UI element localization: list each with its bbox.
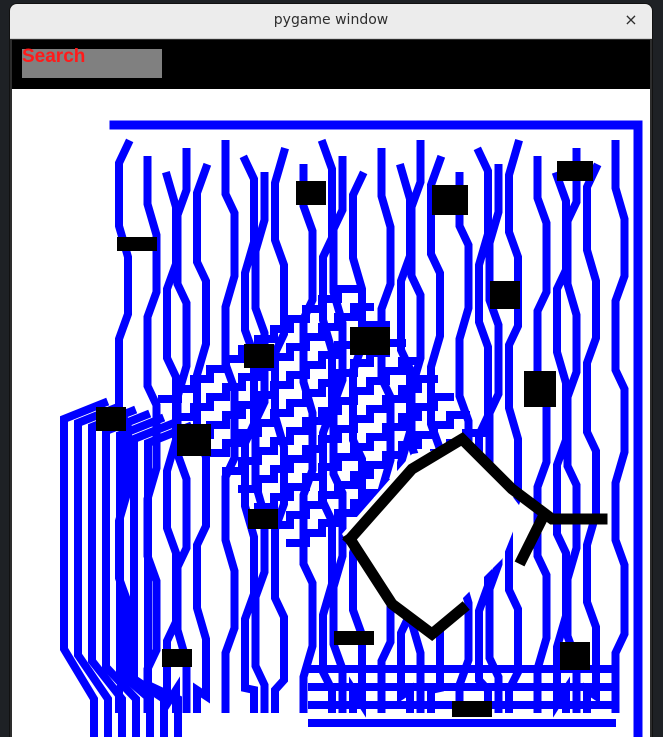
title-bar[interactable]: pygame window × [10,4,652,39]
solution-path-segment [432,185,468,215]
maze-canvas[interactable] [12,89,650,737]
solution-path-segment [334,631,374,645]
maze-wall [533,156,551,713]
maze-wall [505,139,523,713]
solution-path-segment [490,281,520,309]
solution-path-segment [117,237,157,251]
solution-path-segment [296,181,326,205]
window-title: pygame window [273,12,389,28]
maze-wall [271,147,289,713]
solution-path-segment [452,701,492,717]
maze-wall [349,170,368,718]
maze-svg [60,120,643,737]
maze-wall [251,172,269,713]
solution-path-segment [162,649,192,667]
solution-path-segment [244,344,274,368]
maze-wall [485,164,503,713]
maze-wall [611,140,629,713]
solution-path-segment [96,407,126,431]
solution-path-segment [350,327,390,355]
solution-path-segment [524,371,556,407]
solution-path-segment [177,424,211,456]
maze-wall [583,162,602,713]
close-icon[interactable]: × [620,9,642,31]
solution-path-segment [557,161,593,181]
search-button-label[interactable]: Search [22,47,85,67]
pygame-window: pygame window × Search [10,4,652,737]
solution-path-segment [560,642,590,670]
maze-wall [299,164,317,713]
maze-wall [563,148,581,713]
toolbar: Search [12,40,650,89]
solution-path-segment [248,509,278,529]
